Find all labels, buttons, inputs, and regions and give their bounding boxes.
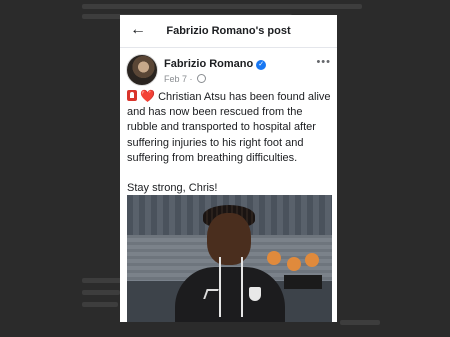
post-text: ❤️ Christian Atsu has been found alive a… xyxy=(127,89,334,196)
background-text-line xyxy=(82,4,362,9)
post-body: Christian Atsu has been found alive and … xyxy=(127,91,331,164)
post-card: ← Fabrizio Romano's post Fabrizio Romano… xyxy=(120,15,337,322)
back-arrow-icon[interactable]: ← xyxy=(130,20,146,40)
background-text-line xyxy=(82,278,122,283)
globe-icon xyxy=(197,74,207,83)
background-text-line xyxy=(82,302,118,307)
background-text-line xyxy=(82,290,120,295)
author-name[interactable]: Fabrizio Romano ✓ xyxy=(164,58,267,70)
verified-badge-icon: ✓ xyxy=(256,60,267,70)
earphone-cable xyxy=(241,257,243,317)
spectator-shape xyxy=(305,253,319,267)
post-header: Fabrizio Romano ✓ Feb 7 · ••• xyxy=(120,48,337,94)
topbar: ← Fabrizio Romano's post xyxy=(120,15,337,48)
alarm-emoji-icon xyxy=(127,90,137,101)
page-title: Fabrizio Romano's post xyxy=(166,25,291,37)
spectator-shape xyxy=(287,257,301,271)
player-face xyxy=(207,213,251,265)
post-photo[interactable] xyxy=(127,195,332,322)
player-shirt xyxy=(175,267,285,322)
stadium-sign xyxy=(284,275,322,289)
post-date[interactable]: Feb 7 · xyxy=(164,74,193,84)
avatar[interactable] xyxy=(126,54,158,86)
earphone-cable xyxy=(219,257,221,317)
club-crest-icon xyxy=(249,287,261,301)
post-closing: Stay strong, Chris! xyxy=(127,182,218,195)
heart-emoji: ❤️ xyxy=(140,89,156,103)
background-text-line xyxy=(340,320,380,325)
spectator-shape xyxy=(267,251,281,265)
post-meta: Feb 7 · xyxy=(164,74,207,84)
author-name-text: Fabrizio Romano xyxy=(164,58,254,70)
more-dots-icon[interactable]: ••• xyxy=(316,56,331,68)
